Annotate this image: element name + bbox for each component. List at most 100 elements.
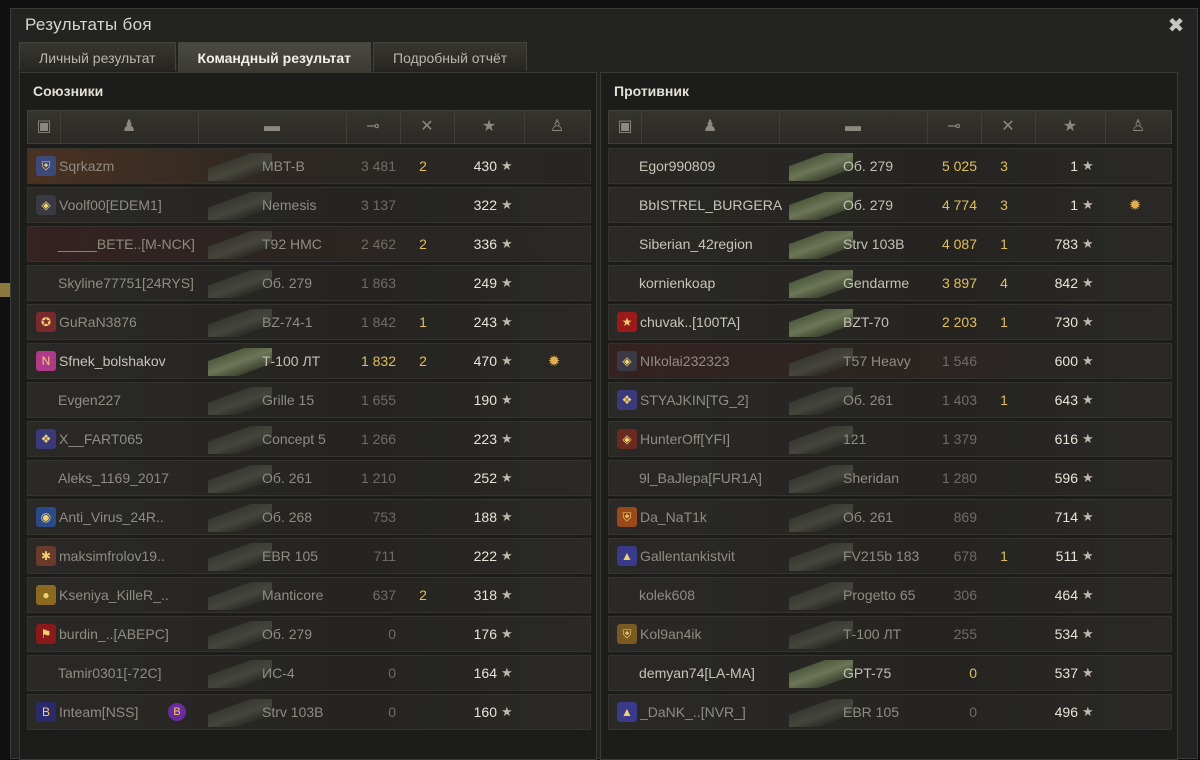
player-name[interactable]: HunterOff[YFI] xyxy=(640,422,730,456)
player-name[interactable]: _____BETE..[M-NCK] xyxy=(58,227,195,261)
player-name[interactable]: maksimfrolov19.. xyxy=(59,539,165,573)
close-icon[interactable]: ✖ xyxy=(1165,15,1187,37)
player-row[interactable]: Aleks_1169_2017 Об. 261 1 210 252 ★ xyxy=(27,460,591,496)
damage-value: 1 655 xyxy=(360,392,396,408)
bitcoin-icon: B xyxy=(36,702,56,722)
player-name[interactable]: X__FART065 xyxy=(59,422,143,456)
squad-icon[interactable]: ▣ xyxy=(28,111,61,143)
tab-detailed-report[interactable]: Подробный отчёт xyxy=(373,42,528,71)
xp-value: 616 xyxy=(1054,431,1078,447)
tank-name: Strv 103B xyxy=(262,704,324,720)
player-name[interactable]: Evgen227 xyxy=(58,383,121,417)
damage-icon[interactable]: ⊸ xyxy=(346,111,401,143)
star-icon: ★ xyxy=(1082,353,1094,368)
xp-star-icon[interactable]: ★ xyxy=(454,111,525,143)
player-row[interactable]: ⛨ Sqrkazm MBT-B 3 481 2 430 ★ xyxy=(27,148,591,184)
player-name[interactable]: Skyline77751[24RYS] xyxy=(58,266,194,300)
star-icon: ★ xyxy=(501,197,513,212)
player-row[interactable]: Skyline77751[24RYS] Об. 279 1 863 249 ★ xyxy=(27,265,591,301)
player-name[interactable]: GuRaN3876 xyxy=(59,305,137,339)
kills-icon[interactable]: ✕ xyxy=(981,111,1036,143)
player-row[interactable]: ▲ _DaNK_..[NVR_] EBR 105 0 496 ★ xyxy=(608,694,1172,730)
player-row[interactable]: ❖ X__FART065 Concept 5 1 266 223 ★ xyxy=(27,421,591,457)
player-row[interactable]: ● Kseniya_KilleR_.. Manticore 637 2 318 ★ xyxy=(27,577,591,613)
player-icon[interactable]: ♟ xyxy=(641,111,780,143)
squad-icon[interactable]: ▣ xyxy=(609,111,642,143)
player-name[interactable]: Anti_Virus_24R.. xyxy=(59,500,164,534)
player-row[interactable]: demyan74[LA-MA] GPT-75 0 537 ★ xyxy=(608,655,1172,691)
tank-icon[interactable]: ▬ xyxy=(779,111,928,143)
player-row[interactable]: B Inteam[NSS] B Strv 103B 0 160 ★ xyxy=(27,694,591,730)
player-name[interactable]: Sqrkazm xyxy=(59,149,114,183)
player-name[interactable]: _DaNK_..[NVR_] xyxy=(640,695,746,729)
tank-name: BZ-74-1 xyxy=(262,314,313,330)
xp-value: 336 xyxy=(473,236,497,252)
player-name[interactable]: Gallentankistvit xyxy=(640,539,735,573)
player-row[interactable]: Tamir0301[-72C] ИС-4 0 164 ★ xyxy=(27,655,591,691)
player-name[interactable]: NIkolai232323 xyxy=(640,344,730,378)
medal-icon[interactable]: ✹ xyxy=(1124,195,1146,217)
player-row[interactable]: ⛨ Kol9an4ik Т-100 ЛТ 255 534 ★ xyxy=(608,616,1172,652)
player-row[interactable]: ◈ Voolf00[EDEM1] Nemesis 3 137 322 ★ xyxy=(27,187,591,223)
tank-name: EBR 105 xyxy=(262,548,319,564)
player-name[interactable]: Voolf00[EDEM1] xyxy=(59,188,162,222)
player-name[interactable]: Egor990809 xyxy=(639,149,715,183)
kills-icon[interactable]: ✕ xyxy=(400,111,455,143)
player-name[interactable]: Aleks_1169_2017 xyxy=(58,461,169,495)
bitcoin-icon: B xyxy=(168,703,186,721)
player-row[interactable]: Evgen227 Grille 15 1 655 190 ★ xyxy=(27,382,591,418)
player-row[interactable]: Egor990809Об. 2795 02531 020★ xyxy=(608,148,1172,208)
damage-value: 0 xyxy=(388,665,396,681)
medal-icon[interactable]: ♙ xyxy=(1105,111,1171,143)
player-name[interactable]: demyan74[LA-MA] xyxy=(639,656,755,690)
player-name[interactable]: Kol9an4ik xyxy=(640,617,702,651)
player-name[interactable]: STYAJKIN[TG_2] xyxy=(640,383,749,417)
medal-icon[interactable]: ✹ xyxy=(543,351,565,373)
player-name[interactable]: Kseniya_KilleR_.. xyxy=(59,578,169,612)
player-row[interactable]: ◈ HunterOff[YFI] 121 1 379 616 ★ xyxy=(608,421,1172,457)
player-row[interactable]: ▲ Gallentankistvit FV215b 183 678 1 511 ★ xyxy=(608,538,1172,574)
player-row[interactable]: _____BETE..[M-NCK] T92 HMC 2 462 2 336 ★ xyxy=(27,226,591,262)
player-name[interactable]: kolek608 xyxy=(639,578,695,612)
player-row[interactable]: ✱ maksimfrolov19.. EBR 105 711 222 ★ xyxy=(27,538,591,574)
player-name[interactable]: Sfnek_bolshakov xyxy=(59,344,166,378)
enemies-column-header: ▣ ♟ ▬ ⊸ ✕ ★ ♙ xyxy=(608,110,1172,144)
player-name[interactable]: kornienkoap xyxy=(639,266,715,300)
player-row[interactable]: ❖ STYAJKIN[TG_2] Об. 261 1 403 1 643 ★ xyxy=(608,382,1172,418)
xp-star-icon[interactable]: ★ xyxy=(1035,111,1106,143)
player-row[interactable]: ⚑ burdin_..[ABEPC] Об. 279 0 176 ★ xyxy=(27,616,591,652)
medal-icon[interactable]: ♙ xyxy=(524,111,590,143)
player-name[interactable]: Inteam[NSS] xyxy=(59,695,138,729)
player-name[interactable]: chuvak..[100TA] xyxy=(640,305,740,339)
star-icon: ★ xyxy=(1082,236,1094,251)
player-name[interactable]: Tamir0301[-72C] xyxy=(58,656,162,690)
star-icon: ★ xyxy=(1082,548,1094,563)
damage-icon[interactable]: ⊸ xyxy=(927,111,982,143)
xp-value: 222 xyxy=(473,548,497,564)
kills-value: 2 xyxy=(419,353,427,369)
player-icon[interactable]: ♟ xyxy=(60,111,199,143)
player-row[interactable]: ◈ NIkolai232323 T57 Heavy 1 546 600 ★ xyxy=(608,343,1172,379)
tab-team-result[interactable]: Командный результат xyxy=(177,42,371,72)
kills-value: 2 xyxy=(419,236,427,252)
player-row[interactable]: Siberian_42region Strv 103B 4 087 1 783 ★ xyxy=(608,226,1172,262)
player-row[interactable]: 9l_BaJlepa[FUR1A] Sheridan 1 280 596 ★ xyxy=(608,460,1172,496)
player-name[interactable]: BbISTREL_BURGERA xyxy=(639,188,782,222)
player-name[interactable]: Siberian_42region xyxy=(639,227,753,261)
player-row[interactable]: N Sfnek_bolshakov Т-100 ЛТ 1 832 2 470 ★ ✹ xyxy=(27,343,591,379)
damage-value: 711 xyxy=(373,548,396,564)
tab-personal-result[interactable]: Личный результат xyxy=(19,42,176,71)
damage-value: 306 xyxy=(953,587,977,603)
player-row[interactable]: ◉ Anti_Virus_24R.. Об. 268 753 188 ★ xyxy=(27,499,591,535)
player-name[interactable]: 9l_BaJlepa[FUR1A] xyxy=(639,461,762,495)
player-row[interactable]: BbISTREL_BURGERAОб. 2794 77431 175★✹ xyxy=(608,187,1172,247)
player-row[interactable]: kolek608 Progetto 65 306 464 ★ xyxy=(608,577,1172,613)
player-name[interactable]: burdin_..[ABEPC] xyxy=(59,617,169,651)
player-row[interactable]: ✪ GuRaN3876 BZ-74-1 1 842 1 243 ★ xyxy=(27,304,591,340)
player-name[interactable]: Da_NaT1k xyxy=(640,500,707,534)
tank-icon[interactable]: ▬ xyxy=(198,111,347,143)
player-row[interactable]: ★ chuvak..[100TA] BZT-70 2 203 1 730 ★ xyxy=(608,304,1172,340)
player-row[interactable]: kornienkoap Gendarme 3 897 4 842 ★ xyxy=(608,265,1172,301)
pyramid-icon: ▲ xyxy=(617,702,637,722)
player-row[interactable]: ⛨ Da_NaT1k Об. 261 869 714 ★ xyxy=(608,499,1172,535)
